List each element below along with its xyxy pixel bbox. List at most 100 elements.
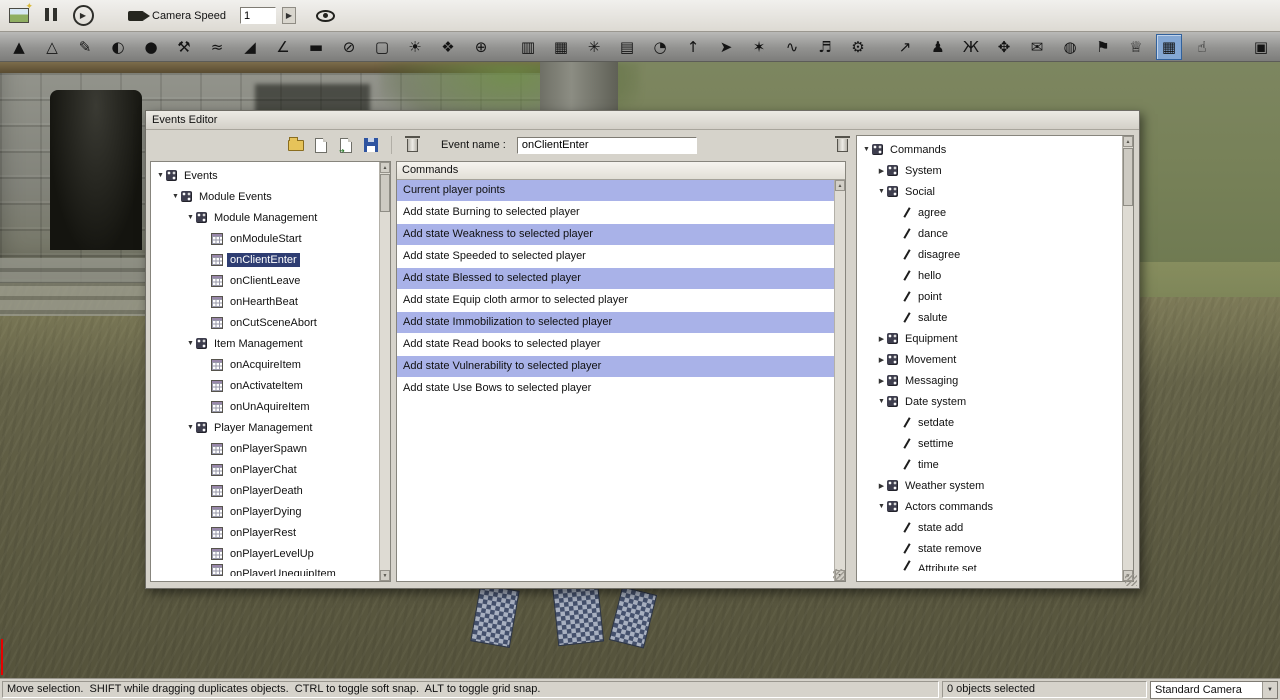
chevron-down-icon[interactable]: ▼ bbox=[185, 340, 196, 347]
scroll-up-button[interactable]: ▲ bbox=[1123, 136, 1133, 147]
chevron-right-icon[interactable]: ▶ bbox=[876, 356, 887, 364]
tree-item-commands[interactable]: ▼Commands bbox=[857, 139, 1122, 160]
tree-item-social[interactable]: ▼Social bbox=[857, 181, 1122, 202]
open-file-button[interactable] bbox=[286, 134, 306, 156]
tree-item-messaging[interactable]: ▶Messaging bbox=[857, 370, 1122, 391]
tree-item-module-events[interactable]: ▼Module Events bbox=[151, 186, 379, 207]
new-scene-button[interactable] bbox=[6, 3, 32, 29]
tree-item-date-system[interactable]: ▼Date system bbox=[857, 391, 1122, 412]
tree-item-onhearthbeat[interactable]: onHearthBeat bbox=[151, 291, 379, 312]
chevron-down-icon[interactable]: ▼ bbox=[185, 214, 196, 221]
command-row-add-state-use-bows-to-selected-player[interactable]: Add state Use Bows to selected player bbox=[397, 378, 834, 400]
terrain-raise-icon[interactable]: ▲ bbox=[6, 34, 32, 60]
bug-icon[interactable]: Ж bbox=[958, 34, 984, 60]
database-icon[interactable]: ◍ bbox=[1057, 34, 1083, 60]
chevron-down-icon[interactable]: ▼ bbox=[185, 424, 196, 431]
tree-item-hello[interactable]: hello bbox=[857, 265, 1122, 286]
hammer-tool-icon[interactable]: ⚒ bbox=[171, 34, 197, 60]
command-row-add-state-equip-cloth-armor-to-selected-player[interactable]: Add state Equip cloth armor to selected … bbox=[397, 290, 834, 312]
camera-mode-dropdown[interactable]: Standard Camera ▼ bbox=[1150, 681, 1278, 699]
slope-tool-icon[interactable]: ∠ bbox=[270, 34, 296, 60]
sphere-tool-icon[interactable]: ◐ bbox=[105, 34, 131, 60]
timer-icon[interactable]: ◔ bbox=[647, 34, 673, 60]
tree-item-onplayerdeath[interactable]: onPlayerDeath bbox=[151, 480, 379, 501]
events-tree-scrollbar[interactable]: ▲ ▼ bbox=[379, 162, 390, 581]
command-row-add-state-speeded-to-selected-player[interactable]: Add state Speeded to selected player bbox=[397, 246, 834, 268]
command-row-add-state-weakness-to-selected-player[interactable]: Add state Weakness to selected player bbox=[397, 224, 834, 246]
grid-table-icon[interactable]: ▦ bbox=[548, 34, 574, 60]
tree-item-onplayerlevelup[interactable]: onPlayerLevelUp bbox=[151, 543, 379, 564]
export-up-icon[interactable]: ↑ bbox=[680, 34, 706, 60]
water-tool-icon[interactable]: ● bbox=[138, 34, 164, 60]
tree-item-player-management[interactable]: ▼Player Management bbox=[151, 417, 379, 438]
selection-marquee-icon[interactable]: ▢ bbox=[369, 34, 395, 60]
tree-item-setdate[interactable]: setdate bbox=[857, 412, 1122, 433]
tree-item-onplayerdying[interactable]: onPlayerDying bbox=[151, 501, 379, 522]
tree-item-events[interactable]: ▼Events bbox=[151, 165, 379, 186]
delete-event-button[interactable] bbox=[402, 134, 422, 156]
tree-item-onclientleave[interactable]: onClientLeave bbox=[151, 270, 379, 291]
terrain-paint-icon[interactable]: ✎ bbox=[72, 34, 98, 60]
tree-item-salute[interactable]: salute bbox=[857, 307, 1122, 328]
tree-item-module-management[interactable]: ▼Module Management bbox=[151, 207, 379, 228]
chevron-down-icon[interactable]: ▼ bbox=[155, 172, 166, 179]
camera-speed-input[interactable] bbox=[240, 7, 276, 24]
pointer-pin-icon[interactable]: ➤ bbox=[713, 34, 739, 60]
ramp-tool-icon[interactable]: ◢ bbox=[237, 34, 263, 60]
events-calendar-icon[interactable]: ▦ bbox=[1156, 34, 1182, 60]
tree-item-onunaquireitem[interactable]: onUnAquireItem bbox=[151, 396, 379, 417]
commands-list-scrollbar[interactable]: ▲ ▼ bbox=[834, 180, 845, 581]
tree-item-onplayerrest[interactable]: onPlayerRest bbox=[151, 522, 379, 543]
compass-rose-icon[interactable]: ✳ bbox=[581, 34, 607, 60]
chevron-right-icon[interactable]: ▶ bbox=[876, 482, 887, 490]
flatten-tool-icon[interactable]: ▬ bbox=[303, 34, 329, 60]
resize-grip[interactable] bbox=[833, 569, 844, 580]
chat-bubble-icon[interactable]: ✉ bbox=[1024, 34, 1050, 60]
command-row-add-state-immobilization-to-selected-player[interactable]: Add state Immobilization to selected pla… bbox=[397, 312, 834, 334]
tree-item-system[interactable]: ▶System bbox=[857, 160, 1122, 181]
scroll-up-button[interactable]: ▲ bbox=[380, 162, 390, 173]
new-file-button[interactable] bbox=[311, 134, 331, 156]
signpost-icon[interactable]: ⚑ bbox=[1090, 34, 1116, 60]
pause-button[interactable] bbox=[38, 3, 64, 29]
data-panel-icon[interactable]: ▣ bbox=[1248, 34, 1274, 60]
smooth-tool-icon[interactable]: ≈ bbox=[204, 34, 230, 60]
scroll-down-button[interactable]: ▼ bbox=[380, 570, 390, 581]
tree-item-onplayerchat[interactable]: onPlayerChat bbox=[151, 459, 379, 480]
magic-wand-icon[interactable]: ✶ bbox=[746, 34, 772, 60]
chevron-right-icon[interactable]: ▶ bbox=[876, 335, 887, 343]
cursor-arrow-icon[interactable]: ↗ bbox=[892, 34, 918, 60]
chevron-down-icon[interactable]: ▼ bbox=[876, 503, 887, 510]
tree-item-onplayerspawn[interactable]: onPlayerSpawn bbox=[151, 438, 379, 459]
scrollbar-thumb[interactable] bbox=[1123, 148, 1133, 206]
tree-item-item-management[interactable]: ▼Item Management bbox=[151, 333, 379, 354]
camera-speed-spinner[interactable]: ▶ bbox=[282, 7, 296, 24]
world-picker-icon[interactable]: ⊕ bbox=[468, 34, 494, 60]
tree-item-onplayerunequipitem[interactable]: onPlayerUnequipItem bbox=[151, 564, 379, 576]
columns-icon[interactable]: ▥ bbox=[515, 34, 541, 60]
tree-item-onacquireitem[interactable]: onAcquireItem bbox=[151, 354, 379, 375]
tree-item-point[interactable]: point bbox=[857, 286, 1122, 307]
tree-item-onactivateitem[interactable]: onActivateItem bbox=[151, 375, 379, 396]
terrain-mesh-icon[interactable]: △ bbox=[39, 34, 65, 60]
tree-item-actors-commands[interactable]: ▼Actors commands bbox=[857, 496, 1122, 517]
sound-icon[interactable]: ♬ bbox=[812, 34, 838, 60]
sun-light-icon[interactable]: ☀ bbox=[402, 34, 428, 60]
tree-item-settime[interactable]: settime bbox=[857, 433, 1122, 454]
play-button[interactable]: ▶ bbox=[70, 3, 96, 29]
chevron-down-icon[interactable]: ▼ bbox=[876, 398, 887, 405]
settings-gear-icon[interactable]: ⚙ bbox=[845, 34, 871, 60]
window-resize-grip[interactable] bbox=[1125, 574, 1137, 586]
save-button[interactable] bbox=[361, 134, 381, 156]
tree-item-state-remove[interactable]: state remove bbox=[857, 538, 1122, 559]
tree-item-attribute-set[interactable]: Attribute set bbox=[857, 559, 1122, 571]
event-name-input[interactable] bbox=[517, 137, 697, 154]
tree-item-weather-system[interactable]: ▶Weather system bbox=[857, 475, 1122, 496]
no-walk-icon[interactable]: ⊘ bbox=[336, 34, 362, 60]
command-row-add-state-blessed-to-selected-player[interactable]: Add state Blessed to selected player bbox=[397, 268, 834, 290]
particles-icon[interactable]: ✥ bbox=[991, 34, 1017, 60]
scrollbar-thumb[interactable] bbox=[380, 174, 390, 212]
book-icon[interactable]: ▤ bbox=[614, 34, 640, 60]
award-icon[interactable]: ♕ bbox=[1123, 34, 1149, 60]
scroll-up-button[interactable]: ▲ bbox=[835, 180, 845, 191]
